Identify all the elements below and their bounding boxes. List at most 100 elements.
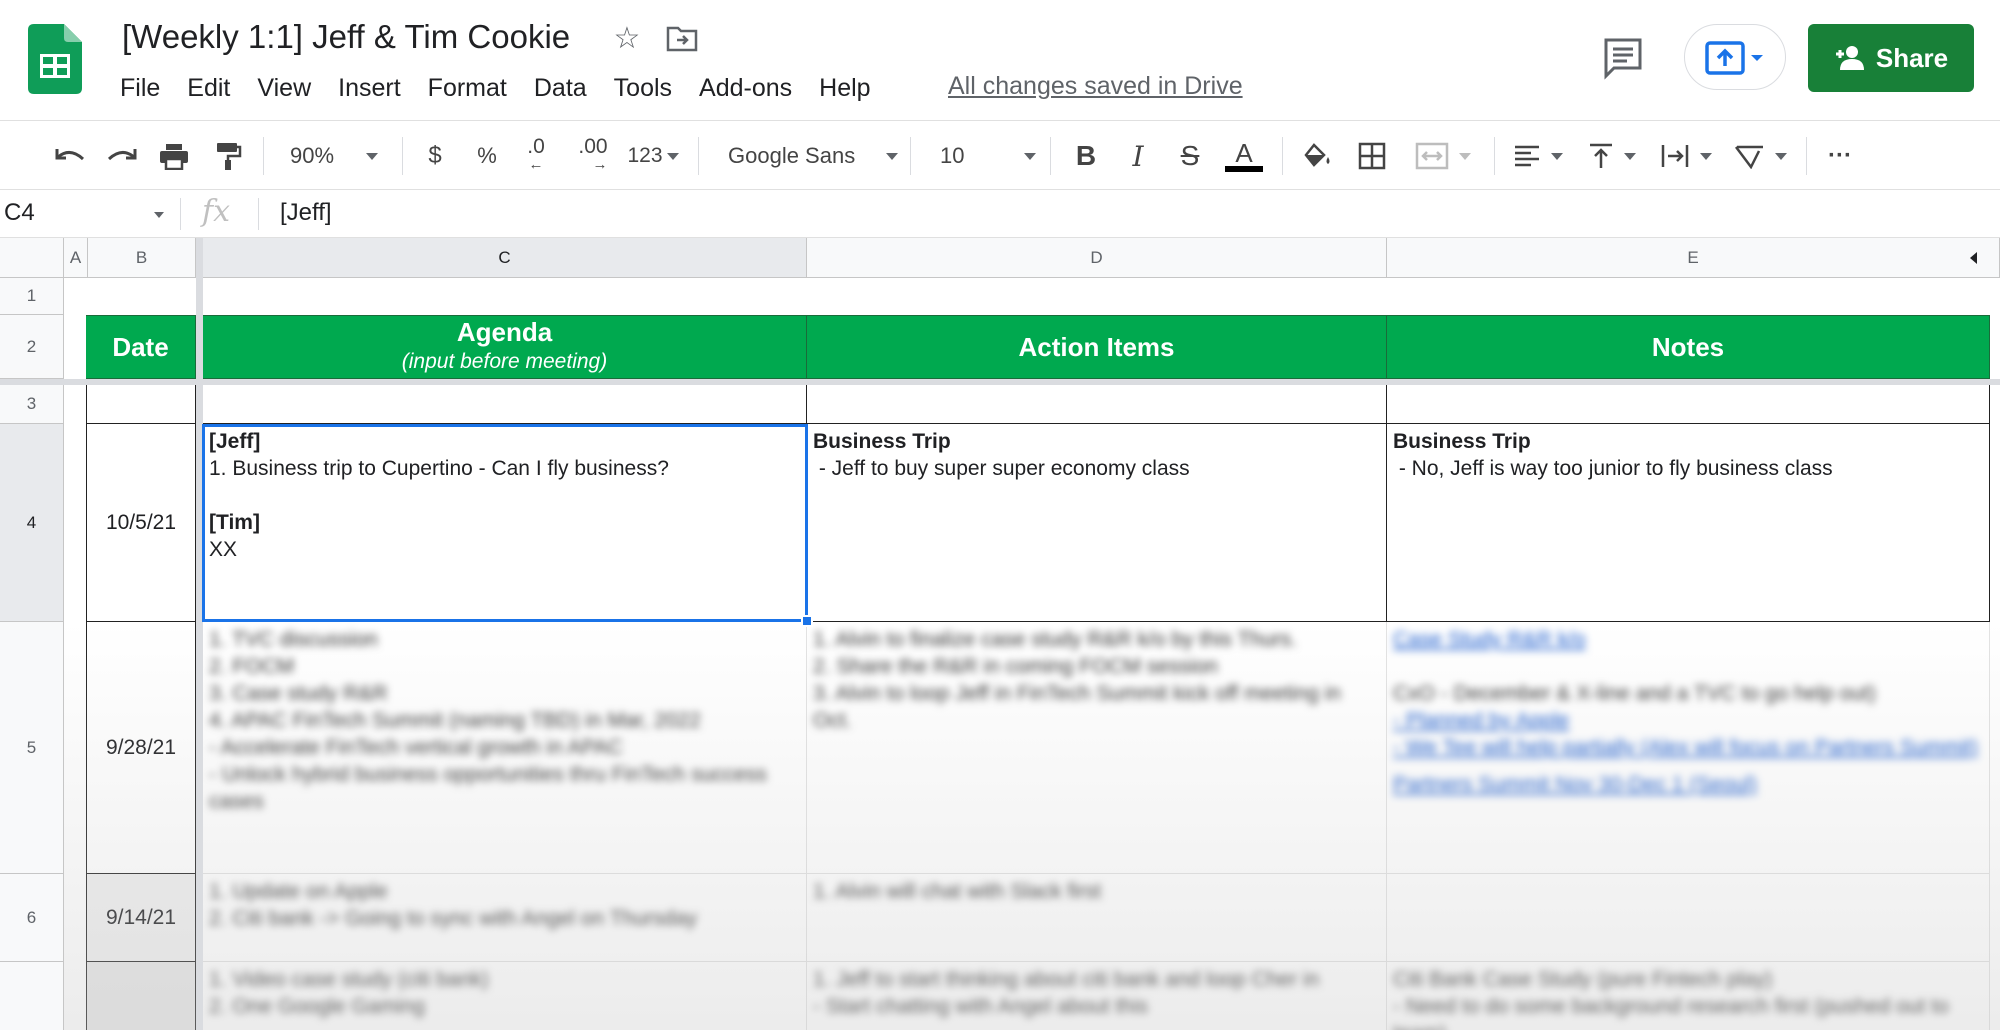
cell-d4-action[interactable]: Business Trip - Jeff to buy super super … <box>807 424 1387 622</box>
toolbar-divider <box>698 137 699 175</box>
blurred-link[interactable]: Case Study R&R k/o <box>1393 626 1983 653</box>
text-rotation-icon[interactable] <box>1730 133 1790 179</box>
document-title[interactable]: [Weekly 1:1] Jeff & Tim Cookie <box>122 18 570 56</box>
select-all-corner[interactable] <box>0 238 64 278</box>
decrease-decimal-button[interactable]: .0 ← <box>516 133 556 179</box>
font-family-select[interactable]: Google Sans <box>714 133 898 179</box>
cell-c5-agenda[interactable]: 1. TVC discussion 2. FOCM 3. Case study … <box>203 622 807 874</box>
undo-icon[interactable] <box>50 133 90 179</box>
cell-b5-date[interactable]: 9/28/21 <box>86 622 196 874</box>
more-formats-button[interactable]: 123 <box>622 133 684 179</box>
text-color-button[interactable]: A <box>1222 133 1266 179</box>
merge-cells-icon[interactable] <box>1408 133 1478 179</box>
blurred-link[interactable]: - We Tee will help partially (Alex will … <box>1393 734 1983 761</box>
comment-history-icon[interactable] <box>1596 34 1652 82</box>
cell-c7-agenda[interactable]: 1. Video case study (citi bank) 2. One G… <box>203 962 807 1030</box>
cell-c4-agenda[interactable]: [Jeff] 1. Business trip to Cupertino - Ca… <box>203 424 807 622</box>
row-header-6[interactable]: 6 <box>0 874 64 962</box>
print-icon[interactable] <box>154 133 194 179</box>
formula-input[interactable]: [Jeff] <box>280 199 332 227</box>
italic-button[interactable]: I <box>1118 133 1158 179</box>
cell-d7-action[interactable]: 1. Jeff to start thinking about citi ban… <box>807 962 1387 1030</box>
redo-icon[interactable] <box>102 133 142 179</box>
column-header-a[interactable]: A <box>64 238 88 278</box>
menu-format[interactable]: Format <box>428 74 507 103</box>
font-size-select[interactable]: 10 <box>926 133 1036 179</box>
zoom-value: 90% <box>290 143 335 168</box>
chevron-down-icon[interactable] <box>154 212 164 218</box>
column-header-c[interactable]: C <box>203 238 807 278</box>
text-wrapping-icon[interactable] <box>1656 133 1716 179</box>
frozen-column-handle[interactable] <box>196 238 203 1030</box>
cell-e4-notes[interactable]: Business Trip - No, Jeff is way too juni… <box>1387 424 1990 622</box>
menu-file[interactable]: File <box>120 74 160 103</box>
cell-c6-agenda[interactable]: 1. Update on Apple 2. Citi bank -> Going… <box>203 874 807 962</box>
blurred-text: 1. Jeff to start thinking about citi ban… <box>813 968 1320 1018</box>
sheets-logo-icon[interactable] <box>28 24 82 94</box>
menu-add-ons[interactable]: Add-ons <box>699 74 792 103</box>
fill-color-icon[interactable] <box>1296 133 1336 179</box>
blurred-link[interactable]: - Planned by Apple <box>1393 707 1983 734</box>
menu-insert[interactable]: Insert <box>338 74 401 103</box>
column-header-b[interactable]: B <box>88 238 196 278</box>
share-button[interactable]: Share <box>1808 24 1974 92</box>
font-family-value: Google Sans <box>728 143 856 168</box>
cell-e7-notes[interactable]: Citi Bank Case Study (pure Fintech play)… <box>1387 962 1990 1030</box>
fill-handle[interactable] <box>801 615 813 627</box>
paint-format-icon[interactable] <box>208 133 248 179</box>
menu-help[interactable]: Help <box>819 74 870 103</box>
currency-format-button[interactable]: $ <box>418 133 452 179</box>
cell-b7-date[interactable] <box>86 962 196 1030</box>
header-action-items: Action Items <box>1018 331 1175 362</box>
more-options-icon[interactable]: ··· <box>1820 133 1860 179</box>
spreadsheet-grid: A B C D E 1 2 3 4 5 6 Date Agenda (input… <box>0 238 2000 1030</box>
move-to-folder-icon[interactable] <box>666 24 698 52</box>
menu-view[interactable]: View <box>257 74 311 103</box>
blurred-link[interactable]: Partners Summit Nov 30-Dec 1 (Seoul) <box>1393 771 1983 798</box>
header-date-cell[interactable]: Date <box>86 315 196 379</box>
row-header-3[interactable]: 3 <box>0 385 64 424</box>
present-button[interactable] <box>1684 24 1786 90</box>
strikethrough-button[interactable]: S <box>1170 133 1210 179</box>
toolbar-divider <box>1050 137 1051 175</box>
header-notes-cell[interactable]: Notes <box>1387 315 1990 379</box>
row-header-1[interactable]: 1 <box>0 278 64 315</box>
text-color-swatch <box>1225 166 1263 172</box>
cell-e5-notes[interactable]: Case Study R&R k/o CxO - December & X-lin… <box>1387 622 1990 874</box>
name-box[interactable]: C4 <box>4 199 35 227</box>
menu-data[interactable]: Data <box>534 74 587 103</box>
cell-e3[interactable] <box>1387 385 1990 424</box>
save-status-link[interactable]: All changes saved in Drive <box>948 72 1243 101</box>
cell-d3[interactable] <box>807 385 1387 424</box>
header-action-items-cell[interactable]: Action Items <box>807 315 1387 379</box>
scroll-left-icon[interactable] <box>1970 252 1977 264</box>
borders-icon[interactable] <box>1352 133 1392 179</box>
blurred-text: CxO - December & X-line and a TVC to go … <box>1393 682 1876 705</box>
column-header-d[interactable]: D <box>807 238 1387 278</box>
row-header-7[interactable] <box>0 962 64 1030</box>
cell-b6-date[interactable]: 9/14/21 <box>86 874 196 962</box>
cell-b3[interactable] <box>86 385 196 424</box>
horizontal-align-icon[interactable] <box>1508 133 1568 179</box>
toolbar-divider <box>910 137 911 175</box>
cell-c3[interactable] <box>203 385 807 424</box>
row-header-2[interactable]: 2 <box>0 315 64 379</box>
frozen-row-handle[interactable] <box>0 379 2000 385</box>
header-agenda-cell[interactable]: Agenda (input before meeting) <box>203 315 807 379</box>
increase-decimal-button[interactable]: .00 → <box>570 133 616 179</box>
cell-d5-action[interactable]: 1. Alvin to finalize case study R&R k/o … <box>807 622 1387 874</box>
row-header-5[interactable]: 5 <box>0 622 64 874</box>
cell-e6-notes[interactable] <box>1387 874 1990 962</box>
vertical-align-icon[interactable] <box>1582 133 1642 179</box>
column-header-e[interactable]: E <box>1387 238 2000 278</box>
cell-d6-action[interactable]: 1. Alvin will chat with Slack first <box>807 874 1387 962</box>
star-icon[interactable]: ☆ <box>610 22 644 56</box>
menu-edit[interactable]: Edit <box>187 74 230 103</box>
formula-divider <box>180 198 181 230</box>
percent-format-button[interactable]: % <box>470 133 504 179</box>
zoom-select[interactable]: 90% <box>278 133 388 179</box>
row-header-4[interactable]: 4 <box>0 424 64 622</box>
menu-tools[interactable]: Tools <box>614 74 672 103</box>
cell-b4-date[interactable]: 10/5/21 <box>86 424 196 622</box>
bold-button[interactable]: B <box>1066 133 1106 179</box>
